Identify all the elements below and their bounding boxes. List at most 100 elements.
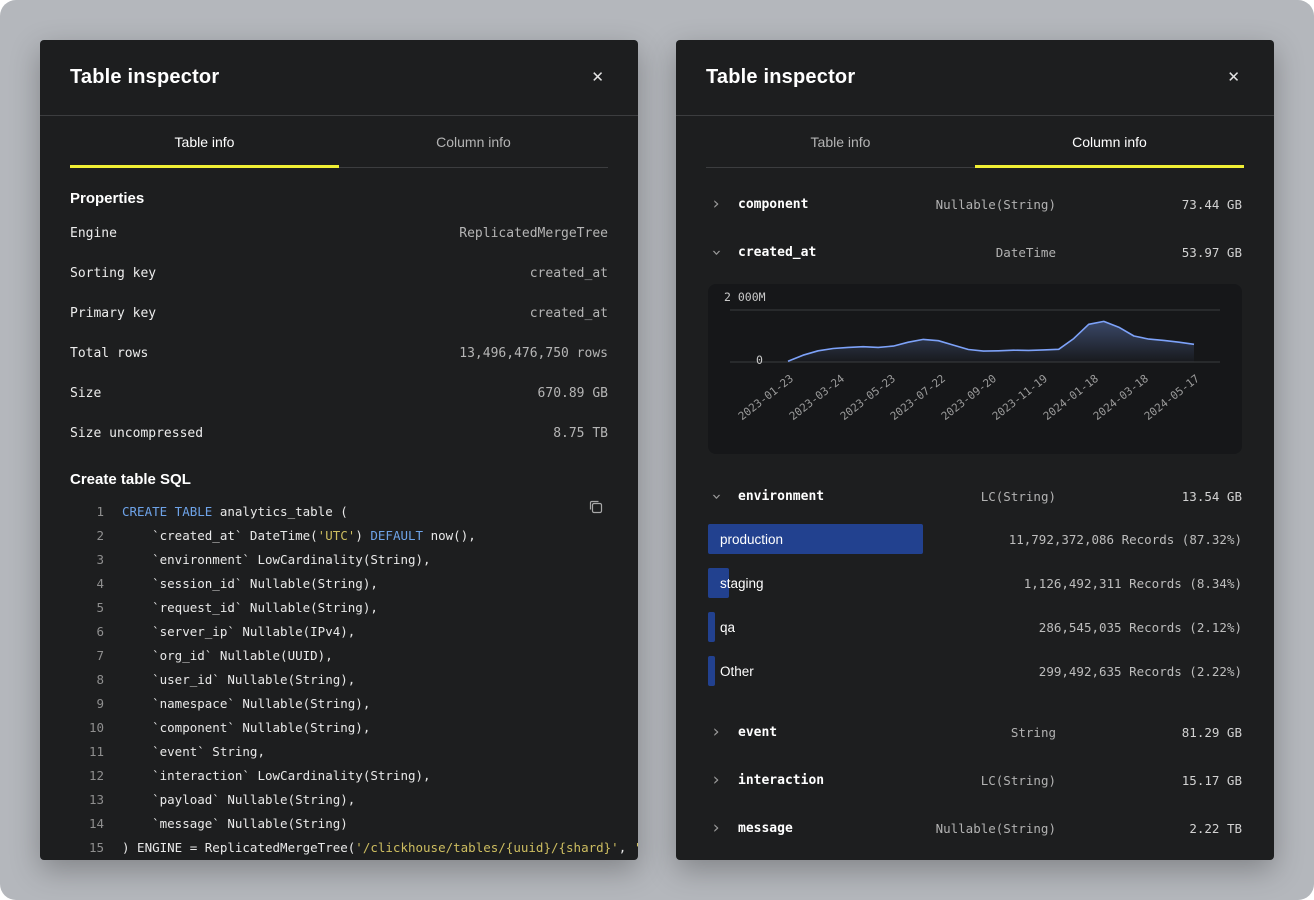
chevron-right-icon[interactable]: › [708,196,724,213]
panel-header: Table inspector ✕ [40,40,638,116]
create-table-sql-heading: Create table SQL [70,471,608,488]
property-value: ReplicatedMergeTree [459,226,608,241]
code-line: 5 `request_id` Nullable(String), [70,596,608,620]
distribution-records: 299,492,635 Records (2.22%) [1039,664,1242,679]
code-line: 3 `environment` LowCardinality(String), [70,548,608,572]
copy-icon [587,498,604,515]
code-line: 6 `server_ip` Nullable(IPv4), [70,620,608,644]
distribution-label: Other [708,664,754,679]
table-inspector-panel-right: Table inspector ✕ Table infoColumn info … [676,40,1274,860]
code-text: `namespace` Nullable(String), [104,692,370,716]
chevron-right-icon[interactable]: › [708,820,724,837]
close-button[interactable]: ✕ [1223,66,1244,89]
property-value: created_at [530,266,608,281]
line-number: 14 [70,812,104,836]
column-type: LC(String) [925,489,1112,504]
tab-column-info[interactable]: Column info [339,116,608,167]
panel-title: Table inspector [70,66,219,89]
line-number: 7 [70,644,104,668]
column-name: interaction [738,773,925,788]
code-text: `session_id` Nullable(String), [104,572,378,596]
code-line: 14 `message` Nullable(String) [70,812,608,836]
column-row-created_at[interactable]: ›created_atDateTime53.97 GB [708,228,1242,276]
property-row: Primary key created_at [70,293,608,333]
column-size: 15.17 GB [1112,773,1242,788]
y-axis-label-zero: 0 [756,353,763,367]
code-text: `interaction` LowCardinality(String), [104,764,431,788]
chevron-down-icon[interactable]: › [708,488,725,504]
code-text: `server_ip` Nullable(IPv4), [104,620,355,644]
code-line: 15) ENGINE = ReplicatedMergeTree('/click… [70,836,608,860]
code-line: 9 `namespace` Nullable(String), [70,692,608,716]
code-text: `environment` LowCardinality(String), [104,548,431,572]
column-name: event [738,725,925,740]
code-text: `user_id` Nullable(String), [104,668,355,692]
distribution-row: qa 286,545,035 Records (2.12%) [708,612,1242,642]
column-row-message[interactable]: ›messageNullable(String)2.22 TB [708,804,1242,852]
close-button[interactable]: ✕ [587,66,608,89]
x-axis-label: 2023-01-23 [709,372,796,444]
column-size: 81.29 GB [1112,725,1242,740]
copy-sql-button[interactable] [583,494,608,522]
property-value: 13,496,476,750 rows [459,346,608,361]
code-text: `payload` Nullable(String), [104,788,355,812]
line-number: 1 [70,500,104,524]
property-value: created_at [530,306,608,321]
distribution-label: production [708,532,783,547]
chevron-right-icon[interactable]: › [708,772,724,789]
code-line: 2 `created_at` DateTime('UTC') DEFAULT n… [70,524,608,548]
line-number: 8 [70,668,104,692]
code-text: CREATE TABLE analytics_table ( [104,500,348,524]
column-row-event[interactable]: › eventString81.29 GB [708,708,1242,756]
property-row: Total rows13,496,476,750 rows [70,333,608,373]
tab-bar: Table infoColumn info [706,116,1244,168]
columns-list: ›componentNullable(String)73.44 GB›creat… [676,168,1274,852]
column-name: component [738,197,925,212]
column-row-environment[interactable]: › environmentLC(String)13.54 GB [708,472,1242,520]
line-number: 11 [70,740,104,764]
tab-table-info[interactable]: Table info [706,116,975,167]
distribution-label: qa [708,620,735,635]
property-row: Sorting key created_at [70,253,608,293]
panel-title: Table inspector [706,66,855,89]
code-text: `request_id` Nullable(String), [104,596,378,620]
column-size: 2.22 TB [1112,821,1242,836]
code-text: `created_at` DateTime('UTC') DEFAULT now… [104,524,476,548]
code-text: `org_id` Nullable(UUID), [104,644,333,668]
column-type: Nullable(String) [925,197,1112,212]
column-type: Nullable(String) [925,821,1112,836]
property-label: Sorting key [70,266,156,281]
distribution-row: staging1,126,492,311 Records (8.34%) [708,568,1242,598]
column-row-interaction[interactable]: ›interactionLC(String)15.17 GB [708,756,1242,804]
table-info-content: Properties EngineReplicatedMergeTreeSort… [40,168,638,860]
property-label: Primary key [70,306,156,321]
property-label: Size uncompressed [70,426,203,441]
line-number: 5 [70,596,104,620]
code-line: 10 `component` Nullable(String), [70,716,608,740]
code-line: 11 `event` String, [70,740,608,764]
line-number: 10 [70,716,104,740]
tab-table-info[interactable]: Table info [70,116,339,167]
environment-distribution: production 11,792,372,086 Records (87.32%… [708,520,1242,708]
code-line: 7 `org_id` Nullable(UUID), [70,644,608,668]
tab-column-info[interactable]: Column info [975,116,1244,167]
column-size: 13.54 GB [1112,489,1242,504]
distribution-records: 1,126,492,311 Records (8.34%) [1024,576,1242,591]
line-number: 12 [70,764,104,788]
chevron-right-icon[interactable]: › [708,724,724,741]
property-value: 8.75 TB [553,426,608,441]
panel-header: Table inspector ✕ [676,40,1274,116]
code-text: ) ENGINE = ReplicatedMergeTree('/clickho… [104,836,638,860]
distribution-records: 286,545,035 Records (2.12%) [1039,620,1242,635]
code-line: 1CREATE TABLE analytics_table ( [70,500,608,524]
column-name: environment [738,489,925,504]
tab-bar: Table infoColumn info [70,116,608,168]
column-row-component[interactable]: ›componentNullable(String)73.44 GB [708,180,1242,228]
distribution-row: production 11,792,372,086 Records (87.32%… [708,524,1242,554]
property-value: 670.89 GB [538,386,608,401]
column-type: String [925,725,1112,740]
distribution-records: 11,792,372,086 Records (87.32%) [1009,532,1242,547]
sql-code: 1CREATE TABLE analytics_table (2 `create… [70,500,608,860]
property-label: Size [70,386,101,401]
chevron-down-icon[interactable]: › [708,244,725,260]
